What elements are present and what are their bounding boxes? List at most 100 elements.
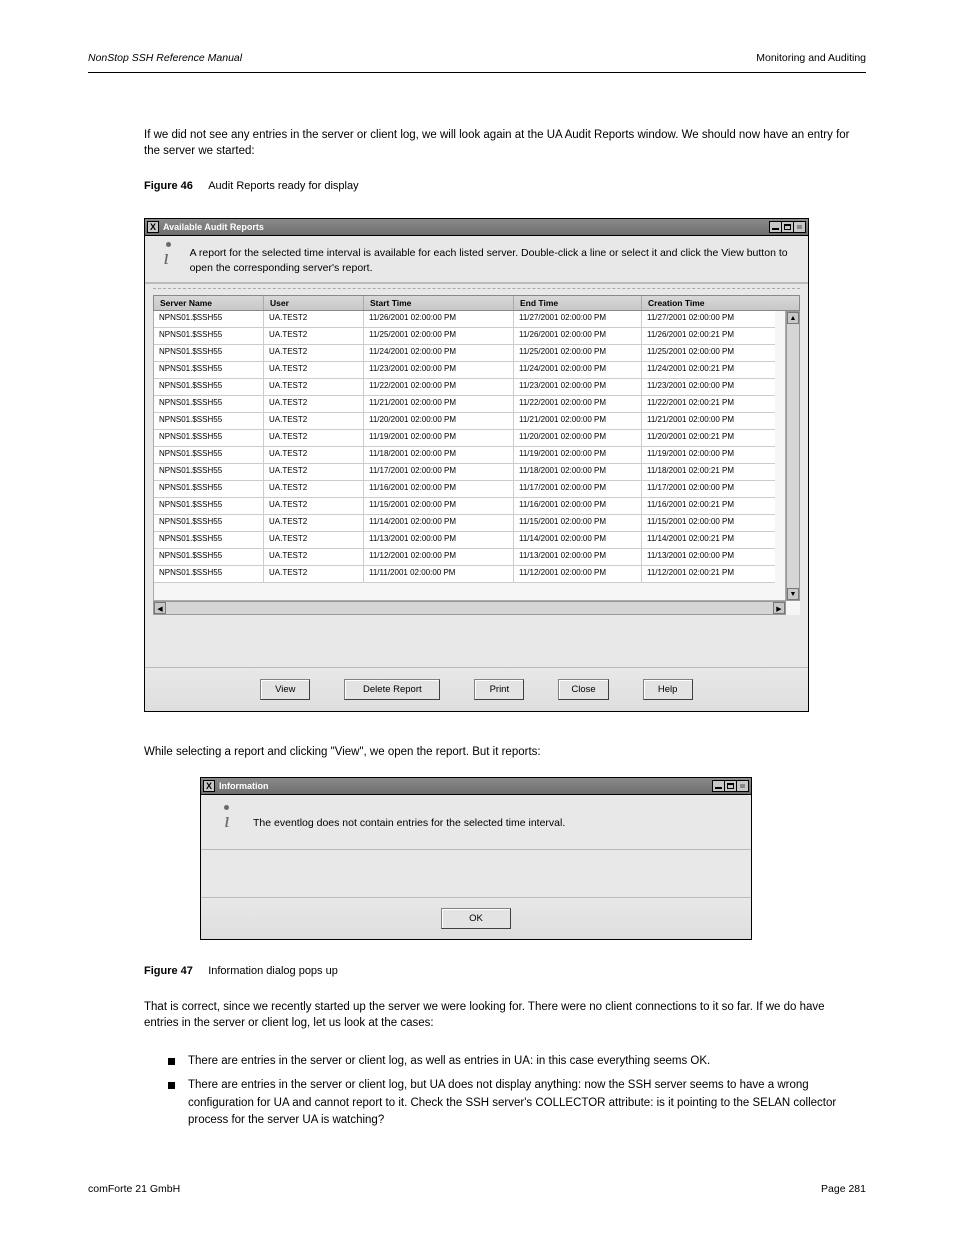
table-row[interactable]: NPNS01.$SSH55UA.TEST211/12/2001 02:00:00… — [154, 549, 785, 566]
close-button[interactable] — [793, 221, 806, 233]
scroll-left-icon[interactable] — [154, 602, 166, 614]
help-button[interactable]: Help — [643, 679, 693, 700]
table-row[interactable]: NPNS01.$SSH55UA.TEST211/25/2001 02:00:00… — [154, 328, 785, 345]
table-cell: UA.TEST2 — [264, 566, 364, 583]
table-row[interactable]: NPNS01.$SSH55UA.TEST211/21/2001 02:00:00… — [154, 396, 785, 413]
figure-1-number: Figure 46 — [144, 180, 193, 192]
table-cell: NPNS01.$SSH55 — [154, 328, 264, 345]
table-cell: 11/24/2001 02:00:00 PM — [364, 345, 514, 362]
table-cell: NPNS01.$SSH55 — [154, 549, 264, 566]
table-row[interactable]: NPNS01.$SSH55UA.TEST211/13/2001 02:00:00… — [154, 532, 785, 549]
table-cell: NPNS01.$SSH55 — [154, 532, 264, 549]
table-cell: 11/16/2001 02:00:00 PM — [364, 481, 514, 498]
col-server[interactable]: Server Name — [154, 296, 264, 310]
table-cell: NPNS01.$SSH55 — [154, 566, 264, 583]
table-cell: UA.TEST2 — [264, 345, 364, 362]
table-cell: NPNS01.$SSH55 — [154, 413, 264, 430]
table-cell: NPNS01.$SSH55 — [154, 498, 264, 515]
table-row[interactable]: NPNS01.$SSH55UA.TEST211/15/2001 02:00:00… — [154, 498, 785, 515]
window-title-2: Information — [219, 781, 713, 791]
table-cell: 11/26/2001 02:00:00 PM — [514, 328, 642, 345]
vertical-scrollbar[interactable] — [786, 311, 800, 601]
table-cell: UA.TEST2 — [264, 464, 364, 481]
titlebar-2[interactable]: X Information — [201, 778, 751, 795]
close-button-2[interactable] — [736, 780, 749, 792]
table-cell: 11/15/2001 02:00:00 PM — [364, 498, 514, 515]
print-button[interactable]: Print — [474, 679, 524, 700]
table-row[interactable]: NPNS01.$SSH55UA.TEST211/17/2001 02:00:00… — [154, 464, 785, 481]
table-cell: UA.TEST2 — [264, 532, 364, 549]
table-cell: UA.TEST2 — [264, 515, 364, 532]
scroll-right-icon[interactable] — [773, 602, 785, 614]
table-cell: 11/16/2001 02:00:21 PM — [642, 498, 775, 515]
table-row[interactable]: NPNS01.$SSH55UA.TEST211/19/2001 02:00:00… — [154, 430, 785, 447]
view-button[interactable]: View — [260, 679, 310, 700]
table-cell: 11/24/2001 02:00:00 PM — [514, 362, 642, 379]
table-cell: 11/12/2001 02:00:21 PM — [642, 566, 775, 583]
system-menu-icon-2[interactable]: X — [203, 780, 215, 792]
table-cell: 11/15/2001 02:00:00 PM — [514, 515, 642, 532]
table-cell: 11/20/2001 02:00:21 PM — [642, 430, 775, 447]
system-menu-icon[interactable]: X — [147, 221, 159, 233]
titlebar[interactable]: X Available Audit Reports — [145, 219, 808, 236]
table-cell: 11/17/2001 02:00:00 PM — [642, 481, 775, 498]
table-cell: UA.TEST2 — [264, 430, 364, 447]
table-row[interactable]: NPNS01.$SSH55UA.TEST211/26/2001 02:00:00… — [154, 311, 785, 328]
header-rule — [88, 72, 866, 73]
table-cell: 11/18/2001 02:00:21 PM — [642, 464, 775, 481]
table-cell: 11/20/2001 02:00:00 PM — [514, 430, 642, 447]
table-cell: 11/12/2001 02:00:00 PM — [364, 549, 514, 566]
col-end[interactable]: End Time — [514, 296, 642, 310]
scroll-down-icon[interactable] — [787, 588, 799, 600]
table-row[interactable]: NPNS01.$SSH55UA.TEST211/20/2001 02:00:00… — [154, 413, 785, 430]
table-row[interactable]: NPNS01.$SSH55UA.TEST211/11/2001 02:00:00… — [154, 566, 785, 583]
button-bar-2: OK — [201, 897, 751, 939]
table-row[interactable]: NPNS01.$SSH55UA.TEST211/18/2001 02:00:00… — [154, 447, 785, 464]
bullet-list: There are entries in the server or clien… — [168, 1053, 854, 1136]
delete-report-button[interactable]: Delete Report — [344, 679, 440, 700]
col-created[interactable]: Creation Time — [642, 296, 775, 310]
table-cell: 11/18/2001 02:00:00 PM — [514, 464, 642, 481]
paragraph-3: That is correct, since we recently start… — [144, 1000, 854, 1031]
scroll-up-icon[interactable] — [787, 312, 799, 324]
ok-button[interactable]: OK — [441, 908, 511, 929]
reports-table: Server Name User Start Time End Time Cre… — [153, 295, 800, 615]
table-cell: UA.TEST2 — [264, 396, 364, 413]
close-dialog-button[interactable]: Close — [558, 679, 608, 700]
table-cell: 11/14/2001 02:00:00 PM — [364, 515, 514, 532]
table-cell: NPNS01.$SSH55 — [154, 345, 264, 362]
col-user[interactable]: User — [264, 296, 364, 310]
table-cell: 11/21/2001 02:00:00 PM — [364, 396, 514, 413]
table-cell: UA.TEST2 — [264, 362, 364, 379]
table-cell: 11/25/2001 02:00:00 PM — [642, 345, 775, 362]
table-cell: UA.TEST2 — [264, 549, 364, 566]
table-cell: UA.TEST2 — [264, 311, 364, 328]
horizontal-scrollbar[interactable] — [153, 601, 786, 615]
figure-2-number: Figure 47 — [144, 965, 193, 977]
table-row[interactable]: NPNS01.$SSH55UA.TEST211/24/2001 02:00:00… — [154, 345, 785, 362]
table-row[interactable]: NPNS01.$SSH55UA.TEST211/22/2001 02:00:00… — [154, 379, 785, 396]
table-cell: 11/19/2001 02:00:00 PM — [514, 447, 642, 464]
audit-reports-window: X Available Audit Reports ı A report for… — [144, 218, 809, 712]
table-header[interactable]: Server Name User Start Time End Time Cre… — [153, 295, 800, 311]
table-cell: UA.TEST2 — [264, 379, 364, 396]
table-cell: 11/27/2001 02:00:00 PM — [514, 311, 642, 328]
table-row[interactable]: NPNS01.$SSH55UA.TEST211/14/2001 02:00:00… — [154, 515, 785, 532]
table-cell: NPNS01.$SSH55 — [154, 311, 264, 328]
table-cell: UA.TEST2 — [264, 498, 364, 515]
table-cell: 11/21/2001 02:00:00 PM — [642, 413, 775, 430]
table-cell: 11/17/2001 02:00:00 PM — [364, 464, 514, 481]
table-cell: UA.TEST2 — [264, 447, 364, 464]
table-cell: 11/11/2001 02:00:00 PM — [364, 566, 514, 583]
table-cell: UA.TEST2 — [264, 481, 364, 498]
table-row[interactable]: NPNS01.$SSH55UA.TEST211/16/2001 02:00:00… — [154, 481, 785, 498]
info-icon: ı — [157, 246, 176, 276]
table-body[interactable]: NPNS01.$SSH55UA.TEST211/26/2001 02:00:00… — [153, 311, 786, 601]
col-start[interactable]: Start Time — [364, 296, 514, 310]
table-cell: 11/14/2001 02:00:00 PM — [514, 532, 642, 549]
table-cell: 11/25/2001 02:00:00 PM — [364, 328, 514, 345]
list-item: There are entries in the server or clien… — [168, 1053, 854, 1071]
table-row[interactable]: NPNS01.$SSH55UA.TEST211/23/2001 02:00:00… — [154, 362, 785, 379]
information-dialog: X Information ı The eventlog does not co… — [200, 777, 752, 940]
table-cell: 11/21/2001 02:00:00 PM — [514, 413, 642, 430]
